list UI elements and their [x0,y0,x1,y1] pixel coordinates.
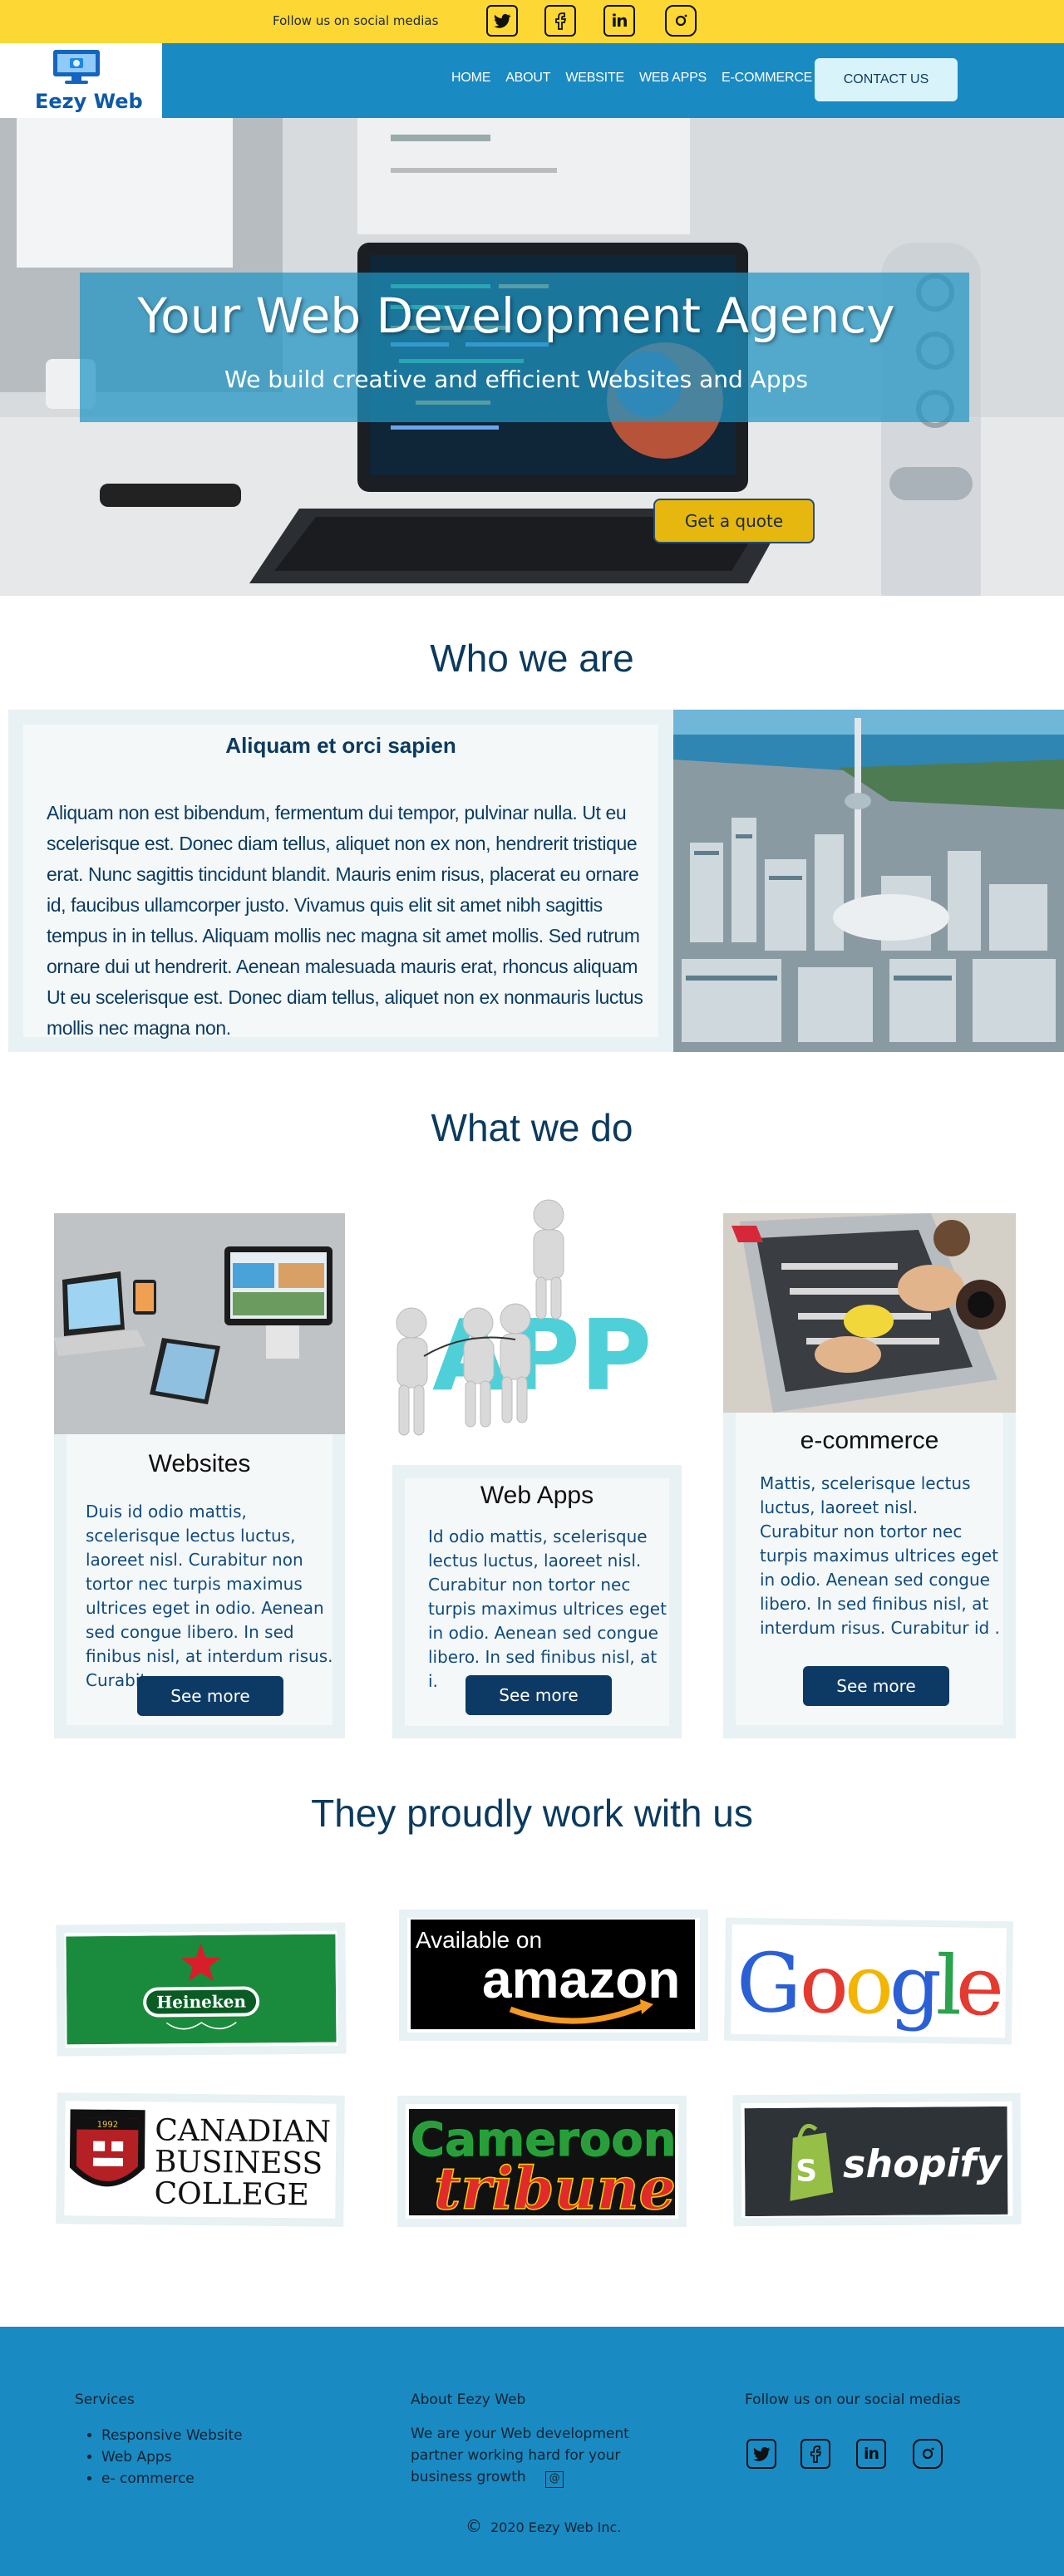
svg-text:S: S [796,2155,817,2189]
service-card-web-apps: Web Apps Id odio mattis, scelerisque lec… [392,1465,682,1738]
what-we-do-title: What we do [431,1106,633,1149]
linkedin-icon[interactable]: in [603,5,637,38]
who-we-are-panel: Aliquam et orci sapien Aliquam non est b… [8,710,673,1052]
app-figures-image: APP [396,1199,652,1436]
heineken-logo: Heineken [66,1934,337,2045]
partners-title: They proudly work with us [311,1792,753,1835]
footer-about-text: We are your Web development partner work… [411,2426,629,2485]
who-heading: Aliquam et orci sapien [225,733,456,758]
brand-name: Eezy Web [35,90,143,113]
partner-cameroon-tribune[interactable]: Cameroon tribune [397,2096,687,2227]
nav-about[interactable]: ABOUT [505,71,550,86]
service-card-websites: Websites Duis id odio mattis, scelerisqu… [54,1213,345,1738]
svg-text:e: e [955,1939,1005,2034]
footer-services-list: Responsive Website Web Apps e- commerce [101,2425,243,2490]
card-title: Web Apps [480,1482,594,1509]
nav-home[interactable]: HOME [451,71,490,86]
svg-text:1992: 1992 [97,2121,119,2130]
google-logo: G o o g l e [736,1936,1005,2034]
footer-instagram-icon[interactable] [913,2439,943,2469]
footer-linkedin-icon[interactable]: in [856,2439,886,2469]
svg-text:g: g [889,1938,942,2033]
follow-us-text: Follow us on social medias [273,13,439,28]
footer-about-block: We are your Web development partner work… [411,2423,677,2488]
svg-text:Heineken: Heineken [156,1992,246,2013]
copyright-icon: © [466,2516,482,2536]
footer: Services Responsive Website Web Apps e- … [0,2327,1064,2576]
get-a-quote-button[interactable]: Get a quote [653,499,815,543]
hero-title: Your Web Development Agency [137,288,895,344]
instagram-icon[interactable] [665,5,698,38]
footer-service-item[interactable]: Web Apps [101,2446,243,2468]
footer-about-title: About Eezy Web [411,2392,526,2408]
svg-text:CANADIAN: CANADIAN [155,2113,331,2149]
top-social-bar: Follow us on social medias in [0,0,1064,43]
partner-heineken[interactable]: Heineken [56,1922,347,2057]
card-title: e-commerce [800,1427,939,1454]
see-more-button[interactable]: See more [466,1675,612,1715]
city-image [673,710,1064,1052]
footer-service-item[interactable]: Responsive Website [101,2425,243,2446]
svg-text:tribune: tribune [434,2154,675,2215]
devices-image [54,1213,345,1434]
footer-follow-title: Follow us on our social medias [745,2392,961,2408]
card-text: Duis id odio mattis, scelerisque lectus … [86,1502,333,1690]
amazon-logo: Available on amazon [411,1920,695,2029]
brand-logo[interactable]: Eezy Web [0,43,162,118]
svg-text:amazon: amazon [482,1949,680,2009]
monitor-logo-icon [53,50,100,84]
card-title: Websites [148,1450,251,1477]
hero-section: Your Web Development Agency We build cre… [0,118,1064,596]
nav-links: HOME ABOUT WEBSITE WEB APPS E-COMMERCE [451,71,812,86]
svg-text:BUSINESS: BUSINESS [155,2145,323,2180]
nav-web-apps[interactable]: WEB APPS [639,71,707,86]
footer-facebook-icon[interactable] [800,2439,830,2469]
nav-e-commerce[interactable]: E-COMMERCE [722,71,812,86]
partner-shopify[interactable]: S shopify [732,2092,1022,2227]
shopping-laptop-image [723,1213,1016,1413]
footer-twitter-icon[interactable] [746,2439,776,2469]
partner-canadian-business-college[interactable]: 1992 CANADIAN BUSINESS COLLEGE [56,2092,345,2227]
hero-subtitle: We build creative and efficient Websites… [224,366,808,393]
see-more-button[interactable]: See more [137,1676,283,1716]
who-we-are-title: Who we are [430,637,634,680]
cbc-logo: 1992 CANADIAN BUSINESS COLLEGE [69,2109,331,2212]
svg-text:o: o [799,1937,850,2033]
see-more-button[interactable]: See more [803,1666,949,1706]
facebook-icon[interactable] [544,5,578,38]
twitter-icon[interactable] [486,5,520,38]
service-card-e-commerce: e-commerce Mattis, scelerisque lectus lu… [723,1213,1016,1738]
svg-text:COLLEGE: COLLEGE [154,2176,309,2212]
cameroon-tribune-logo: Cameroon tribune [409,2109,675,2215]
svg-text:G: G [736,1936,802,2032]
shopify-logo: S shopify [744,2106,1008,2217]
footer-services-title: Services [75,2392,135,2408]
at-sign-icon: @ [545,2471,564,2488]
nav-website[interactable]: WEBSITE [565,71,624,86]
contact-us-button[interactable]: CONTACT US [815,58,958,101]
svg-text:shopify: shopify [843,2141,1003,2186]
card-text: Mattis, scelerisque lectus luctus, laore… [760,1473,1000,1638]
main-navbar: Eezy Web HOME ABOUT WEBSITE WEB APPS E-C… [0,43,1064,118]
svg-text:o: o [844,1938,894,2033]
partner-google[interactable]: G o o g l e [723,1917,1014,2045]
copyright-text: 2020 Eezy Web Inc. [490,2519,622,2535]
who-body: Aliquam non est bibendum, fermentum dui … [47,802,643,1039]
partner-amazon[interactable]: Available on amazon [399,1910,708,2041]
footer-service-item[interactable]: e- commerce [101,2468,243,2490]
card-text: Id odio mattis, scelerisque lectus luctu… [428,1526,667,1691]
copyright: © 2020 Eezy Web Inc. [466,2516,621,2536]
